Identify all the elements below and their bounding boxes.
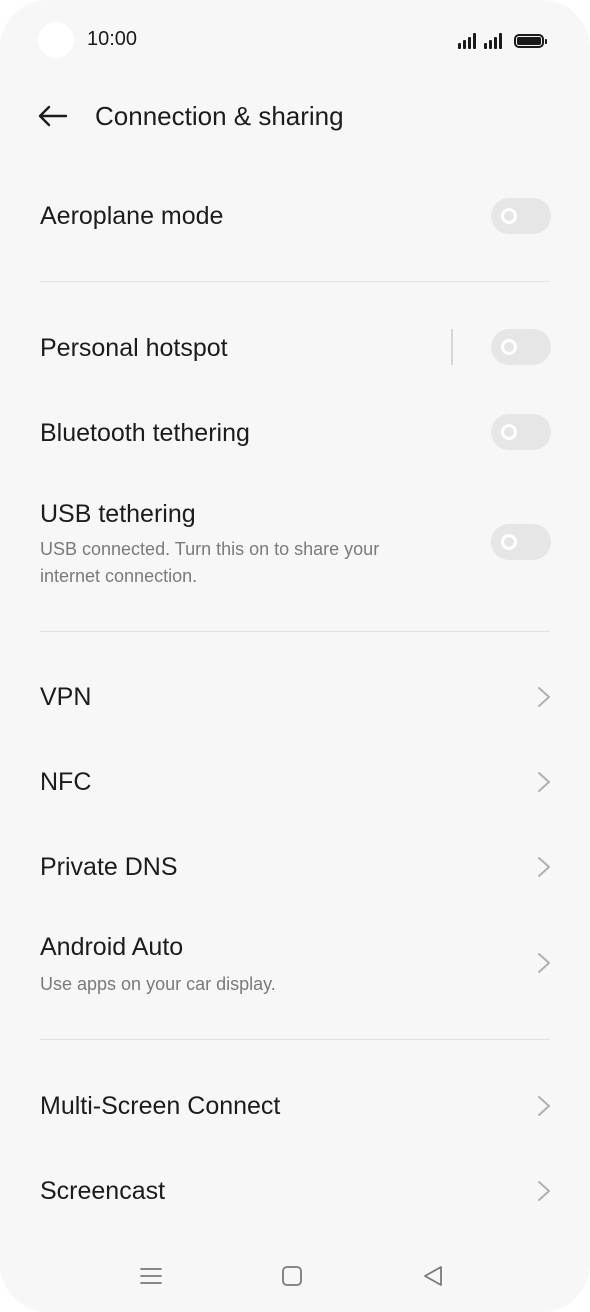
toggle-knob bbox=[501, 424, 517, 440]
personal-hotspot-row[interactable]: Personal hotspot bbox=[0, 312, 590, 384]
chevron-right-icon bbox=[538, 1096, 550, 1116]
section-divider bbox=[40, 1039, 550, 1040]
aeroplane-mode-label: Aeroplane mode bbox=[40, 202, 224, 230]
chevron-right-icon bbox=[538, 953, 550, 973]
arrow-left-icon bbox=[38, 105, 68, 127]
toggle-knob bbox=[501, 208, 517, 224]
screencast-row[interactable]: Screencast bbox=[0, 1155, 590, 1227]
menu-icon[interactable] bbox=[137, 1262, 165, 1290]
vpn-label: VPN bbox=[40, 683, 92, 711]
battery-icon bbox=[514, 34, 547, 48]
private-dns-row[interactable]: Private DNS bbox=[0, 831, 590, 903]
android-auto-subtitle: Use apps on your car display. bbox=[40, 974, 276, 994]
row-separator bbox=[451, 329, 453, 365]
bluetooth-tethering-row[interactable]: Bluetooth tethering bbox=[0, 397, 590, 469]
bluetooth-tethering-toggle[interactable] bbox=[491, 414, 551, 450]
status-bar: 10:00 bbox=[0, 0, 590, 80]
camera-cutout bbox=[38, 22, 74, 58]
chevron-right-icon bbox=[538, 857, 550, 877]
section-divider bbox=[40, 631, 550, 632]
usb-tethering-subtitle: USB connected. Turn this on to share you… bbox=[40, 539, 380, 586]
back-triangle-icon[interactable] bbox=[419, 1262, 447, 1290]
android-auto-label: Android Auto bbox=[40, 933, 184, 961]
nfc-label: NFC bbox=[40, 768, 92, 796]
screencast-label: Screencast bbox=[40, 1177, 166, 1205]
status-time: 10:00 bbox=[87, 28, 138, 50]
status-icons bbox=[458, 29, 547, 49]
private-dns-label: Private DNS bbox=[40, 853, 178, 881]
aeroplane-mode-toggle[interactable] bbox=[491, 198, 551, 234]
page-title: Connection & sharing bbox=[95, 101, 344, 131]
signal-icon bbox=[484, 33, 502, 49]
section-divider bbox=[40, 281, 550, 282]
usb-tethering-toggle[interactable] bbox=[491, 524, 551, 560]
aeroplane-mode-row[interactable]: Aeroplane mode bbox=[0, 180, 590, 252]
chevron-right-icon bbox=[538, 772, 550, 792]
bluetooth-tethering-label: Bluetooth tethering bbox=[40, 419, 250, 447]
home-icon[interactable] bbox=[278, 1262, 306, 1290]
nfc-row[interactable]: NFC bbox=[0, 746, 590, 818]
navigation-bar bbox=[0, 1250, 590, 1302]
personal-hotspot-toggle[interactable] bbox=[491, 329, 551, 365]
usb-tethering-row[interactable]: USB tethering USB connected. Turn this o… bbox=[0, 490, 590, 600]
toggle-knob bbox=[501, 339, 517, 355]
app-header: Connection & sharing bbox=[0, 86, 590, 146]
back-button[interactable] bbox=[30, 96, 74, 136]
signal-icon bbox=[458, 33, 476, 49]
chevron-right-icon bbox=[538, 1181, 550, 1201]
multi-screen-connect-label: Multi-Screen Connect bbox=[40, 1092, 281, 1120]
multi-screen-connect-row[interactable]: Multi-Screen Connect bbox=[0, 1070, 590, 1142]
android-auto-row[interactable]: Android Auto Use apps on your car displa… bbox=[0, 925, 590, 1015]
chevron-right-icon bbox=[538, 687, 550, 707]
personal-hotspot-label: Personal hotspot bbox=[40, 334, 228, 362]
vpn-row[interactable]: VPN bbox=[0, 661, 590, 733]
phone-screen: 10:00 Connection & sharing Aeroplane mod… bbox=[0, 0, 590, 1312]
toggle-knob bbox=[501, 534, 517, 550]
usb-tethering-label: USB tethering bbox=[40, 500, 196, 528]
